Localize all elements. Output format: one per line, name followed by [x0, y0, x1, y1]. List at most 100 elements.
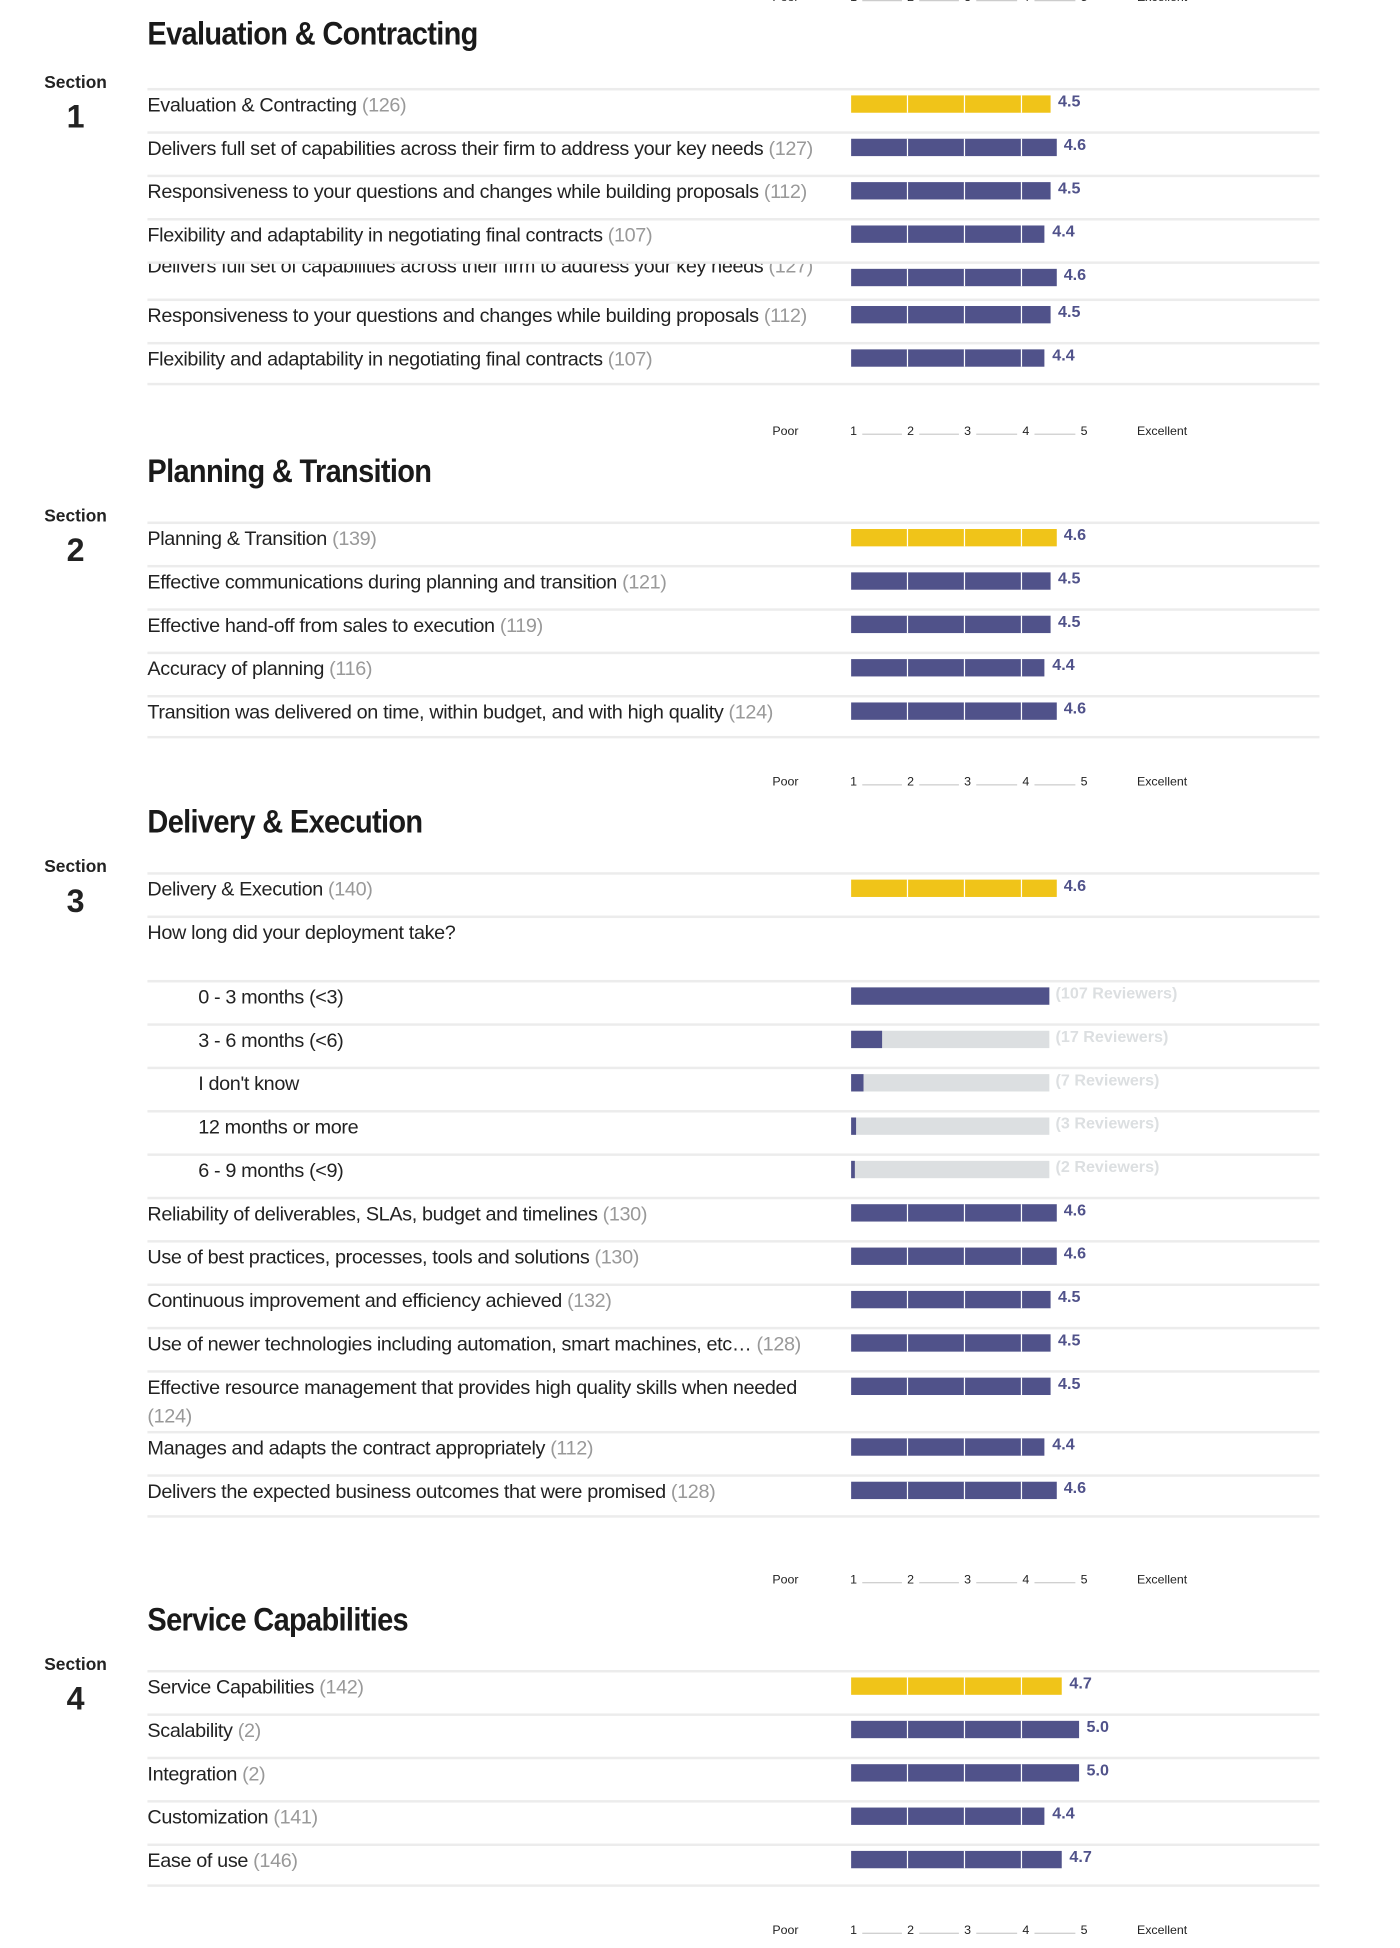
scale-tick: 3 [964, 1924, 972, 1938]
rating-scale-header: Poor 1 2 3 4 5 Excellent [0, 425, 1400, 442]
scale-tick: 3 [964, 424, 972, 439]
section-rows: Planning & Transition (139) 4.6 Effective … [147, 521, 1320, 739]
row-label: Effective resource management that provi… [147, 1374, 816, 1431]
reviewer-count: (17 Reviewers) [1055, 1027, 1169, 1046]
row-content: Accuracy of planning (116) 4.4 [147, 655, 1319, 683]
row-label: Responsiveness to your questions and cha… [147, 178, 816, 206]
row-label: 6 - 9 months (<9) [147, 1157, 817, 1185]
rating-row: Use of best practices, processes, tools … [147, 1240, 1320, 1283]
row-label-text: Accuracy of planning [147, 659, 325, 681]
row-label: 12 months or more [147, 1114, 817, 1142]
row-content: Responsiveness to your questions and cha… [147, 178, 1319, 206]
row-label: Flexibility and adaptability in negotiat… [147, 346, 816, 374]
row-label-text: Scalability [147, 1720, 233, 1742]
score-bar-segment [908, 1764, 966, 1782]
rating-row: Flexibility and adaptability in negotiat… [147, 341, 1320, 386]
review-count: (127) [768, 138, 813, 160]
row-label: Flexibility and adaptability in negotiat… [147, 222, 816, 250]
reviewer-bar-fill [851, 1074, 865, 1092]
score-bar-segment [1022, 349, 1045, 367]
scale-tick: 2 [907, 775, 915, 790]
review-count: (126) [361, 95, 407, 117]
scale-line [976, 784, 1018, 786]
rating-row: Ease of use (146) 4.7 [147, 1843, 1320, 1887]
rating-row: Reliability of deliverables, SLAs, budge… [147, 1196, 1320, 1240]
answer-option-row: 12 months or more (3 Reviewers) [147, 1110, 1320, 1153]
score-bar-segment [908, 1850, 966, 1869]
reviewer-count: (3 Reviewers) [1055, 1113, 1160, 1133]
review-count: (124) [728, 702, 774, 724]
rating-row: Accuracy of planning (116) 4.4 [147, 651, 1320, 695]
score-bar-segment [1022, 1204, 1057, 1222]
score-bar-segment [851, 615, 909, 634]
score-bar [851, 1764, 1080, 1782]
row-content: Use of newer technologies including auto… [147, 1331, 1319, 1359]
answer-option-row: 3 - 6 months (<6) (17 Reviewers) [147, 1023, 1320, 1066]
rating-row: Delivers full set of capabilities across… [147, 261, 1320, 298]
score-value: 4.5 [1058, 1330, 1081, 1350]
review-count: (130) [602, 1204, 648, 1226]
review-count: (112) [763, 306, 807, 328]
row-label: I don't know [147, 1070, 817, 1098]
score-bar [851, 1290, 1051, 1309]
score-bar-segment [965, 702, 1023, 720]
ratings-page: Poor 1 2 3 4 5 Excellent Evaluation & Contracti… [0, 0, 1400, 1948]
row-label-text: Flexibility and adaptability in negotiat… [147, 225, 603, 247]
section-number: 1 [66, 97, 85, 136]
score-bar [851, 879, 1057, 897]
row-content: Transition was delivered on time, within… [147, 699, 1319, 727]
row-label: Delivery & Execution (140) [147, 876, 816, 904]
scale-tick: 2 [907, 1573, 915, 1588]
score-bar-segment [851, 1247, 909, 1265]
row-content: 6 - 9 months (<9) (2 Reviewers) [147, 1157, 1319, 1185]
score-bar [851, 268, 1057, 287]
score-bar-segment [965, 1290, 1023, 1309]
score-bar [851, 1204, 1057, 1222]
scale-line [976, 433, 1018, 435]
row-label-text: Responsiveness to your questions and cha… [147, 306, 759, 328]
reviewer-bar-fill [851, 987, 1050, 1005]
score-bar-segment [965, 182, 1023, 200]
row-label: Reliability of deliverables, SLAs, budge… [147, 1200, 816, 1228]
row-content: 3 - 6 months (<6) (17 Reviewers) [147, 1027, 1319, 1055]
score-bar-segment [965, 1204, 1023, 1222]
score-bar-segment [851, 1204, 909, 1222]
score-bar-segment [908, 95, 966, 113]
section-label: Section [44, 856, 107, 876]
row-label: Planning & Transition (139) [147, 525, 816, 553]
section-number: 3 [66, 882, 85, 920]
scale-line [976, 0, 1018, 2]
score-bar-segment [965, 95, 1023, 113]
score-value: 4.5 [1058, 1287, 1081, 1306]
score-bar-segment [1022, 1481, 1057, 1500]
score-bar-segment [965, 659, 1023, 677]
row-content: Manages and adapts the contract appropri… [147, 1435, 1319, 1463]
score-bar-segment [1022, 702, 1057, 720]
score-value: 4.5 [1058, 302, 1081, 321]
row-label-text: Flexibility and adaptability in negotiat… [147, 349, 603, 371]
score-bar-segment [851, 879, 909, 897]
row-label-text: Delivery & Execution [147, 879, 323, 901]
section-label: Section [44, 71, 107, 92]
score-bar-segment [908, 659, 966, 677]
score-bar [851, 95, 1051, 113]
score-bar-segment [851, 1764, 909, 1782]
row-label: Use of newer technologies including auto… [147, 1331, 816, 1359]
score-bar-segment [965, 879, 1023, 897]
score-bar-segment [1022, 182, 1051, 200]
row-label-text: Delivers full set of capabilities across… [147, 261, 764, 278]
score-bar-segment [1022, 659, 1045, 677]
scale-tick: 4 [1022, 1573, 1030, 1588]
score-bar-segment [965, 1807, 1023, 1825]
scale-excellent-label: Excellent [1136, 1573, 1188, 1588]
row-label-text: 0 - 3 months (<3) [198, 987, 344, 1009]
score-bar-segment [851, 1290, 909, 1309]
row-content: I don't know (7 Reviewers) [147, 1070, 1319, 1098]
reviewer-bar-track [851, 1160, 1050, 1179]
scale-tick: 1 [850, 1924, 858, 1938]
scale-tick: 1 [850, 0, 857, 5]
review-count: (141) [273, 1807, 318, 1829]
scale-poor-label: Poor [772, 775, 799, 790]
rating-scale-header: Poor 1 2 3 4 5 Excellent [0, 1924, 1400, 1941]
row-content: Ease of use (146) 4.7 [147, 1847, 1319, 1875]
